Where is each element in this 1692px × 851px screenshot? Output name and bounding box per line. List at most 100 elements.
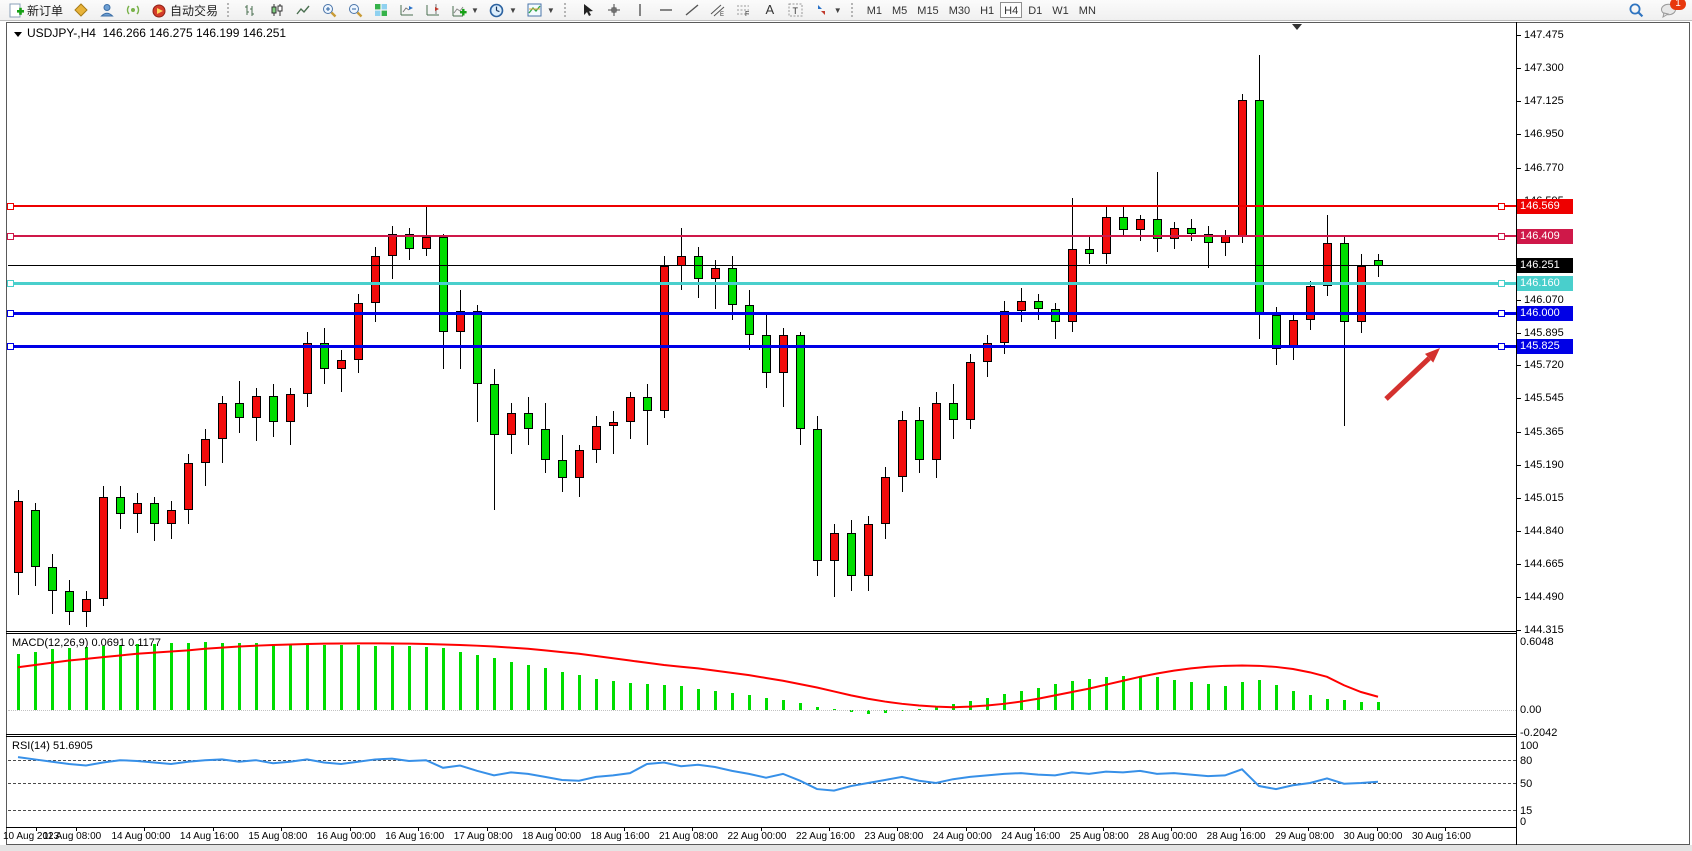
candle[interactable] bbox=[133, 503, 142, 514]
candle[interactable] bbox=[99, 497, 108, 599]
macd-indicator-label: MACD(12,26,9) 0.0691 0.1177 bbox=[12, 637, 161, 649]
candle[interactable] bbox=[796, 335, 805, 429]
candle[interactable] bbox=[524, 413, 533, 430]
rsi-line bbox=[8, 738, 1516, 826]
x-axis-label: 28 Aug 00:00 bbox=[1138, 831, 1197, 842]
candle[interactable] bbox=[218, 403, 227, 439]
hline-146.160[interactable] bbox=[8, 282, 1516, 285]
candle[interactable] bbox=[507, 413, 516, 436]
panel-separator[interactable] bbox=[6, 734, 1516, 735]
candle[interactable] bbox=[201, 439, 210, 463]
hline-end-marker[interactable] bbox=[1498, 233, 1505, 240]
candle[interactable] bbox=[881, 477, 890, 524]
hline-end-marker[interactable] bbox=[1498, 280, 1505, 287]
macd-histogram-bar bbox=[527, 665, 530, 710]
annotation-arrow[interactable] bbox=[1386, 358, 1429, 399]
candle[interactable] bbox=[1306, 286, 1315, 320]
y-axis-tick-label: 144.840 bbox=[1524, 525, 1564, 537]
candle[interactable] bbox=[14, 501, 23, 573]
hline-146.409[interactable] bbox=[8, 235, 1516, 237]
candle[interactable] bbox=[1187, 228, 1196, 234]
candle[interactable] bbox=[1085, 249, 1094, 255]
hline-146.569[interactable] bbox=[8, 205, 1516, 207]
macd-histogram-bar bbox=[1207, 684, 1210, 710]
candle[interactable] bbox=[864, 524, 873, 577]
candle[interactable] bbox=[626, 397, 635, 421]
candle[interactable] bbox=[558, 460, 567, 479]
candle[interactable] bbox=[643, 397, 652, 410]
candle[interactable] bbox=[337, 360, 346, 369]
candle[interactable] bbox=[48, 567, 57, 591]
candle[interactable] bbox=[1034, 301, 1043, 309]
chart-shift-marker-icon[interactable] bbox=[1292, 24, 1302, 30]
collapse-triangle-icon[interactable] bbox=[14, 32, 22, 37]
hline-end-marker[interactable] bbox=[1498, 203, 1505, 210]
candle[interactable] bbox=[966, 362, 975, 420]
hline-end-marker[interactable] bbox=[1498, 310, 1505, 317]
panel-separator[interactable] bbox=[6, 633, 1516, 634]
candle[interactable] bbox=[728, 268, 737, 306]
candle[interactable] bbox=[1119, 217, 1128, 230]
candle[interactable] bbox=[745, 305, 754, 335]
hline-end-marker[interactable] bbox=[7, 233, 14, 240]
hline-end-marker[interactable] bbox=[7, 343, 14, 350]
chart-plot-area[interactable]: 147.475147.300147.125146.950146.770146.5… bbox=[0, 0, 1692, 851]
candle[interactable] bbox=[150, 503, 159, 524]
candle[interactable] bbox=[541, 429, 550, 459]
candle[interactable] bbox=[184, 463, 193, 510]
hline-end-marker[interactable] bbox=[1498, 343, 1505, 350]
hline-end-marker[interactable] bbox=[7, 203, 14, 210]
candle[interactable] bbox=[949, 403, 958, 420]
candle[interactable] bbox=[932, 403, 941, 459]
hline-146.000[interactable] bbox=[8, 312, 1516, 315]
candle[interactable] bbox=[898, 420, 907, 476]
candle[interactable] bbox=[286, 394, 295, 422]
hline-end-marker[interactable] bbox=[7, 280, 14, 287]
candle[interactable] bbox=[847, 533, 856, 576]
candle[interactable] bbox=[592, 426, 601, 450]
candle[interactable] bbox=[762, 335, 771, 373]
candle[interactable] bbox=[711, 268, 720, 279]
candle[interactable] bbox=[65, 591, 74, 612]
macd-histogram-bar bbox=[629, 683, 632, 710]
hline-145.825[interactable] bbox=[8, 345, 1516, 348]
panel-separator[interactable] bbox=[6, 736, 1516, 737]
candle[interactable] bbox=[490, 384, 499, 435]
hline-end-marker[interactable] bbox=[7, 310, 14, 317]
candle[interactable] bbox=[31, 510, 40, 566]
candle[interactable] bbox=[813, 429, 822, 561]
candle[interactable] bbox=[1017, 301, 1026, 310]
candle[interactable] bbox=[167, 510, 176, 523]
macd-histogram-bar bbox=[1037, 688, 1040, 710]
candle[interactable] bbox=[677, 256, 686, 265]
candle[interactable] bbox=[388, 234, 397, 257]
candle[interactable] bbox=[371, 256, 380, 303]
candle[interactable] bbox=[1000, 311, 1009, 343]
candle[interactable] bbox=[303, 343, 312, 394]
candle[interactable] bbox=[694, 256, 703, 279]
candle[interactable] bbox=[116, 497, 125, 514]
candle[interactable] bbox=[1170, 228, 1179, 239]
candle[interactable] bbox=[422, 237, 431, 248]
x-axis-label: 18 Aug 16:00 bbox=[591, 831, 650, 842]
candle[interactable] bbox=[252, 396, 261, 419]
price-axis-line bbox=[1516, 22, 1517, 845]
candle[interactable] bbox=[575, 450, 584, 478]
candle[interactable] bbox=[660, 266, 669, 411]
candle[interactable] bbox=[1136, 219, 1145, 230]
candle[interactable] bbox=[235, 403, 244, 418]
candle[interactable] bbox=[269, 396, 278, 422]
candle[interactable] bbox=[82, 599, 91, 612]
candle[interactable] bbox=[915, 420, 924, 460]
candle[interactable] bbox=[1238, 100, 1247, 236]
candle[interactable] bbox=[779, 335, 788, 373]
macd-histogram-bar bbox=[1343, 700, 1346, 710]
panel-separator[interactable] bbox=[6, 631, 1516, 632]
candle[interactable] bbox=[830, 533, 839, 561]
candle[interactable] bbox=[609, 422, 618, 426]
macd-histogram-bar bbox=[340, 645, 343, 710]
hline-146.251[interactable] bbox=[8, 265, 1516, 266]
macd-histogram-bar bbox=[1241, 682, 1244, 710]
annotation-arrow-head[interactable] bbox=[1425, 348, 1440, 363]
candle[interactable] bbox=[1272, 315, 1281, 349]
